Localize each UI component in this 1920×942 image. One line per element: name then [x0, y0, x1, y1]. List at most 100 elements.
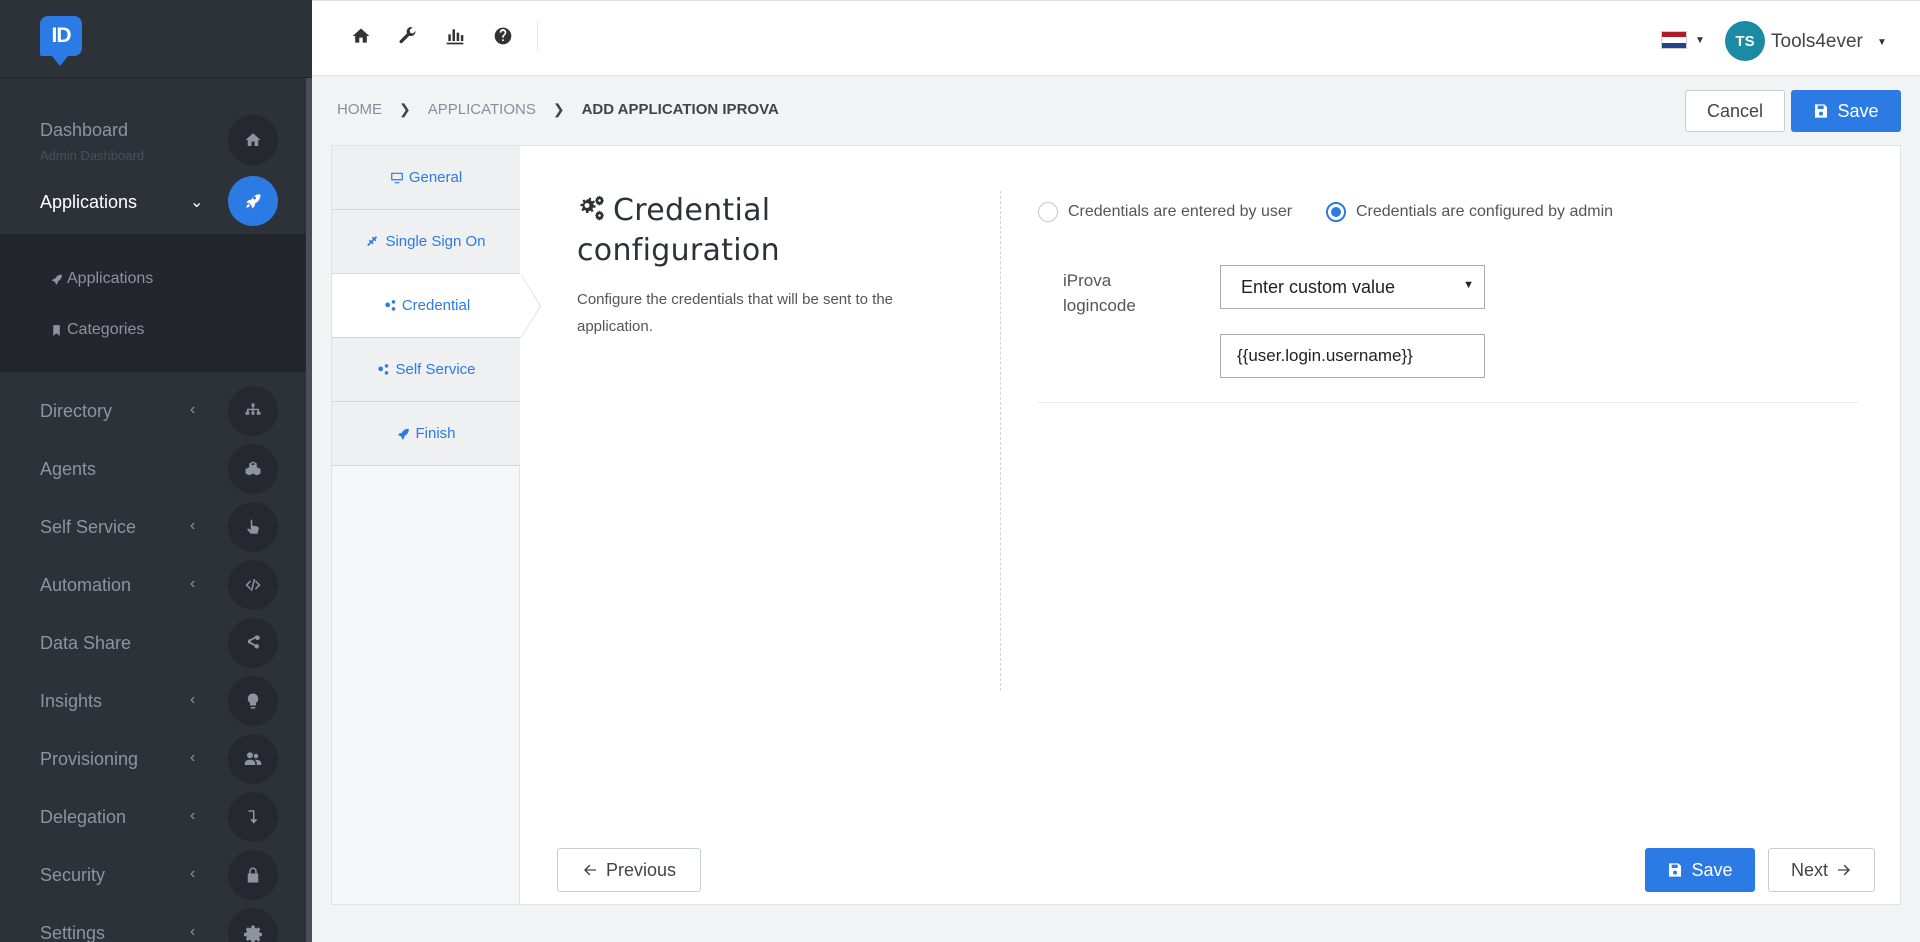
submenu-item-categories[interactable]: Categories	[50, 321, 144, 339]
next-button[interactable]: Next	[1768, 848, 1875, 892]
field-label-line-2: logincode	[1063, 296, 1136, 315]
select-value: Enter custom value	[1241, 276, 1396, 297]
sidebar: ID Dashboard Admin Dashboard Application…	[0, 0, 312, 942]
chevron-left-icon: ‹	[190, 923, 196, 940]
bookmark-icon	[53, 324, 60, 336]
sidebar-item-directory[interactable]: Directory ‹	[0, 386, 306, 444]
vertical-divider	[1000, 191, 1001, 691]
panel-description: Configure the credentials that will be s…	[577, 291, 894, 335]
breadcrumb-current: ADD APPLICATION IPROVA	[581, 101, 779, 118]
submenu-item-applications[interactable]: Applications	[50, 270, 153, 288]
sidebar-item-self-service[interactable]: Self Service ‹	[0, 502, 306, 560]
radio-label: Credentials are entered by user	[1068, 203, 1293, 220]
home-icon	[228, 115, 278, 165]
sidebar-item-delegation[interactable]: Delegation ‹	[0, 792, 306, 850]
toolbar-divider	[537, 21, 538, 51]
sidebar-item-insights[interactable]: Insights ‹	[0, 676, 306, 734]
sidebar-item-label: Directory	[40, 401, 113, 421]
language-flag[interactable]	[1661, 31, 1687, 49]
save-button[interactable]: Save	[1791, 90, 1901, 132]
title-line-1: Credential	[613, 193, 771, 228]
chevron-right-icon: ❯	[552, 101, 565, 117]
radio-button[interactable]	[1038, 202, 1058, 222]
sidebar-scrollbar[interactable]	[306, 78, 312, 942]
desktop-icon	[390, 172, 403, 183]
app-logo[interactable]: ID	[40, 16, 82, 66]
step-credential[interactable]: Credential	[332, 274, 541, 338]
save-icon	[1669, 863, 1682, 877]
sidebar-item-label: Insights	[40, 691, 103, 711]
wizard-steps: General Single Sign On Credential Self S…	[332, 146, 541, 904]
cubes-icon	[228, 444, 278, 494]
cancel-button[interactable]: Cancel	[1685, 90, 1785, 132]
chevron-left-icon: ‹	[190, 807, 196, 824]
sidebar-item-data-share[interactable]: Data Share	[0, 618, 306, 676]
chevron-left-icon: ‹	[190, 749, 196, 766]
sidebar-item-automation[interactable]: Automation ‹	[0, 560, 306, 618]
rocket-icon	[398, 428, 410, 440]
sidebar-item-label: Automation	[40, 575, 132, 595]
breadcrumb-home[interactable]: HOME	[337, 101, 382, 118]
level-down-icon	[228, 792, 278, 842]
bar-chart-icon[interactable]	[445, 26, 467, 48]
caret-down-icon[interactable]: ▼	[1877, 37, 1887, 48]
plug-icon	[367, 235, 378, 246]
sidebar-item-label: Self Service	[40, 517, 137, 537]
title-line-2: configuration	[577, 233, 780, 268]
sidebar-item-applications[interactable]: Applications ⌄	[0, 176, 306, 234]
step-label: Self Service	[395, 361, 476, 378]
next-button-label: Next	[1790, 859, 1828, 880]
step-finish[interactable]: Finish	[332, 402, 520, 466]
step-self-service[interactable]: Self Service	[332, 338, 520, 402]
chevron-right-icon: ❯	[399, 101, 411, 117]
save-button-label: Save	[1691, 859, 1733, 880]
home-icon[interactable]	[351, 26, 373, 48]
value-source-select[interactable]: Enter custom value ▼	[1220, 265, 1485, 309]
sidebar-item-provisioning[interactable]: Provisioning ‹	[0, 734, 306, 792]
footer-save-button[interactable]: Save	[1645, 848, 1755, 892]
step-label: Credential	[401, 297, 471, 314]
previous-button-label: Previous	[605, 859, 677, 880]
step-label: Finish	[415, 425, 456, 442]
chevron-left-icon: ‹	[190, 865, 196, 882]
step-general[interactable]: General	[332, 146, 520, 210]
sidebar-item-agents[interactable]: Agents	[0, 444, 306, 502]
topbar: ▼ TS Tools4ever ▼	[312, 0, 1920, 76]
gears-icon	[385, 299, 396, 311]
users-icon	[228, 734, 278, 784]
custom-value-input[interactable]: {{user.login.username}}	[1220, 334, 1485, 378]
radio-configured-by-admin[interactable]: Credentials are configured by admin	[1326, 202, 1613, 222]
submenu-item-label: Categories	[67, 321, 145, 338]
avatar[interactable]: TS	[1725, 21, 1765, 61]
user-name[interactable]: Tools4ever	[1771, 31, 1863, 53]
sidebar-item-sublabel: Admin Dashboard	[40, 148, 145, 163]
sidebar-item-settings[interactable]: Settings ‹	[0, 908, 306, 942]
lightbulb-icon	[228, 676, 278, 726]
sidebar-item-label: Dashboard	[40, 120, 129, 140]
breadcrumb-applications[interactable]: APPLICATIONS	[428, 101, 536, 118]
flag-stripe	[1662, 42, 1686, 48]
radio-entered-by-user[interactable]: Credentials are entered by user	[1038, 202, 1292, 222]
radio-button-checked[interactable]	[1326, 202, 1346, 222]
submenu-item-label: Applications	[67, 270, 154, 287]
sidebar-item-security[interactable]: Security ‹	[0, 850, 306, 908]
sidebar-item-label: Security	[40, 865, 106, 885]
step-label: General	[408, 169, 463, 186]
help-icon[interactable]	[493, 26, 515, 48]
sidebar-item-label: Data Share	[40, 633, 132, 653]
sidebar-item-label: Settings	[40, 923, 106, 942]
hand-pointer-icon	[228, 502, 278, 552]
sidebar-item-label: Provisioning	[40, 749, 139, 769]
field-label: iProva logincode	[1063, 268, 1173, 318]
scrollbar-thumb[interactable]	[306, 78, 312, 942]
chevron-left-icon: ‹	[190, 401, 196, 418]
breadcrumb: HOME ❯ APPLICATIONS ❯ ADD APPLICATION IP…	[337, 101, 779, 118]
gears-icon	[580, 195, 604, 221]
sidebar-item-label: Applications	[40, 192, 138, 212]
previous-button[interactable]: Previous	[557, 848, 701, 892]
wrench-icon[interactable]	[398, 26, 420, 48]
caret-down-icon[interactable]: ▼	[1695, 35, 1705, 46]
step-single-sign-on[interactable]: Single Sign On	[332, 210, 520, 274]
sidebar-item-dashboard[interactable]: Dashboard Admin Dashboard	[0, 112, 306, 170]
rocket-icon	[51, 274, 62, 285]
